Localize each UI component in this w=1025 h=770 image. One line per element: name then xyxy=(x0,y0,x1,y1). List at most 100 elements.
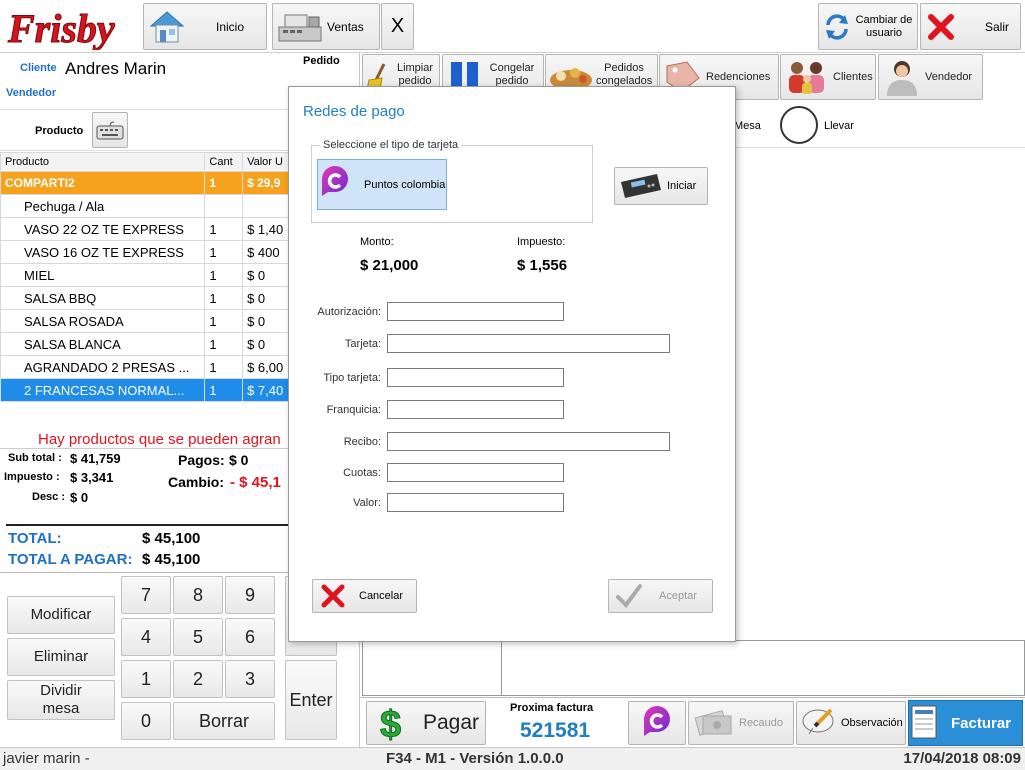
autorizacion-input[interactable] xyxy=(387,302,564,321)
cancelar-label: Cancelar xyxy=(359,590,404,602)
modificar-button[interactable]: Modificar xyxy=(7,596,115,634)
desc-label: Desc : xyxy=(32,491,66,503)
total-pagar-label: TOTAL A PAGAR: xyxy=(8,551,133,568)
key-9[interactable]: 9 xyxy=(225,576,275,614)
lower-panel-right xyxy=(501,640,1025,696)
impuesto-label: Impuesto : xyxy=(4,471,60,483)
key-8[interactable]: 8 xyxy=(173,576,223,614)
salir-label: Salir xyxy=(985,19,1010,34)
inicio-button[interactable]: Inicio xyxy=(143,3,267,50)
key-5[interactable]: 5 xyxy=(173,618,223,656)
close-tab-button[interactable]: X xyxy=(381,3,414,50)
logo-text: Frisby xyxy=(7,6,115,50)
row-qty: 1 xyxy=(204,332,244,356)
refresh-icon xyxy=(819,7,855,47)
row-name: SALSA ROSADA xyxy=(0,309,206,333)
eliminar-button[interactable]: Eliminar xyxy=(7,638,115,676)
cancelar-button[interactable]: Cancelar xyxy=(312,579,417,613)
pagar-button[interactable]: $ Pagar xyxy=(366,701,486,745)
llevar-label: Llevar xyxy=(824,120,854,132)
row-price: $ 0 xyxy=(242,263,290,287)
pagos-value: $ 0 xyxy=(229,452,249,468)
ventas-button[interactable]: Ventas xyxy=(272,3,380,50)
borrar-button[interactable]: Borrar xyxy=(173,702,275,740)
row-name: SALSA BLANCA xyxy=(0,332,206,356)
key-0[interactable]: 0 xyxy=(121,702,171,740)
dividir-mesa-button[interactable]: Dividir mesa xyxy=(7,680,115,720)
row-qty: 1 xyxy=(204,286,244,310)
recaudo-button[interactable]: Recaudo xyxy=(688,701,794,745)
key-6[interactable]: 6 xyxy=(225,618,275,656)
table-row[interactable]: Pechuga / Ala xyxy=(0,194,290,218)
enter-button[interactable]: Enter xyxy=(285,660,337,740)
lower-panel-left xyxy=(362,640,502,696)
pedido-label: Pedido xyxy=(303,55,340,67)
pagos-label: Pagos: xyxy=(178,452,225,468)
franquicia-input[interactable] xyxy=(387,400,564,419)
group-label: Seleccione el tipo de tarjeta xyxy=(323,139,459,151)
impuesto-modal-label: Impuesto: xyxy=(517,236,566,248)
vendedor-button[interactable]: Vendedor xyxy=(878,54,983,100)
clientes-button[interactable]: Clientes xyxy=(780,54,876,100)
valor-input[interactable] xyxy=(387,493,564,512)
table-row[interactable]: MIEL 1 $ 0 xyxy=(0,263,290,287)
facturar-label: Facturar xyxy=(951,714,1012,732)
recibo-input[interactable] xyxy=(387,432,670,451)
key-2[interactable]: 2 xyxy=(173,660,223,698)
status-version: F34 - M1 - Versión 1.0.0.0 xyxy=(386,750,564,767)
row-name: SALSA BBQ xyxy=(0,286,206,310)
llevar-radio[interactable] xyxy=(780,106,818,144)
row-price xyxy=(242,194,290,218)
cambiar-usuario-button[interactable]: Cambiar de usuario xyxy=(818,3,918,50)
keyboard-button[interactable] xyxy=(92,112,128,148)
table-row[interactable]: SALSA ROSADA 1 $ 0 xyxy=(0,309,290,333)
tipo-tarjeta-label: Tipo tarjeta: xyxy=(323,372,381,384)
person-icon xyxy=(879,58,925,96)
table-row[interactable]: COMPARTI2 1 $ 29,9 xyxy=(0,171,290,195)
table-row[interactable]: SALSA BLANCA 1 $ 0 xyxy=(0,332,290,356)
svg-text:$: $ xyxy=(380,704,401,743)
note-pencil-icon xyxy=(797,706,841,740)
producto-row: Producto xyxy=(0,109,290,151)
vendedor-label: Vendedor xyxy=(925,71,973,83)
invoice-icon xyxy=(909,704,951,743)
puntos-colombia-button[interactable] xyxy=(628,701,686,745)
cash-register-icon xyxy=(273,5,327,49)
table-row[interactable]: AGRANDADO 2 PRESAS ... 1 $ 6,00 xyxy=(0,355,290,379)
impuesto-value: $ 3,341 xyxy=(70,470,114,485)
table-row[interactable]: VASO 16 OZ TE EXPRESS 1 $ 400 xyxy=(0,240,290,264)
table-row[interactable]: VASO 22 OZ TE EXPRESS 1 $ 1,40 xyxy=(0,217,290,241)
proxima-factura-label: Proxima factura xyxy=(510,702,594,714)
row-price: $ 7,40 xyxy=(242,378,290,402)
key-3[interactable]: 3 xyxy=(225,660,275,698)
row-name: COMPARTI2 xyxy=(0,171,206,195)
house-icon xyxy=(144,5,190,49)
key-7[interactable]: 7 xyxy=(121,576,171,614)
autorizacion-label: Autorización: xyxy=(317,306,381,318)
row-name: Pechuga / Ala xyxy=(0,194,206,218)
cuotas-input[interactable] xyxy=(387,463,564,482)
observacion-button[interactable]: Observación xyxy=(796,701,906,745)
monto-label: Monto: xyxy=(360,236,394,248)
key-4[interactable]: 4 xyxy=(121,618,171,656)
puntos-colombia-option[interactable]: Puntos colombia xyxy=(317,159,447,210)
puntos-colombia-icon xyxy=(640,706,674,740)
family-icon xyxy=(781,59,833,95)
impuesto-modal-value: $ 1,556 xyxy=(517,257,568,274)
row-qty: 1 xyxy=(204,309,244,333)
iniciar-button[interactable]: Iniciar xyxy=(614,167,708,205)
recaudo-label: Recaudo xyxy=(739,717,784,729)
table-row[interactable]: SALSA BBQ 1 $ 0 xyxy=(0,286,290,310)
tarjeta-input[interactable] xyxy=(387,334,670,353)
key-1[interactable]: 1 xyxy=(121,660,171,698)
total-label: TOTAL: xyxy=(8,530,62,547)
tipo-tarjeta-input[interactable] xyxy=(387,368,564,387)
total-pagar-value: $ 45,100 xyxy=(142,551,201,568)
aceptar-button[interactable]: Aceptar xyxy=(608,579,713,613)
bottom-action-bar: $ Pagar Proxima factura 521581 Recaudo O… xyxy=(360,697,1025,747)
row-price: $ 0 xyxy=(242,309,290,333)
salir-button[interactable]: Salir xyxy=(920,3,1021,50)
table-row-selected[interactable]: 2 FRANCESAS NORMAL... 1 $ 7,40 xyxy=(0,378,290,402)
facturar-button[interactable]: Facturar xyxy=(908,700,1023,746)
total-value: $ 45,100 xyxy=(142,530,201,547)
